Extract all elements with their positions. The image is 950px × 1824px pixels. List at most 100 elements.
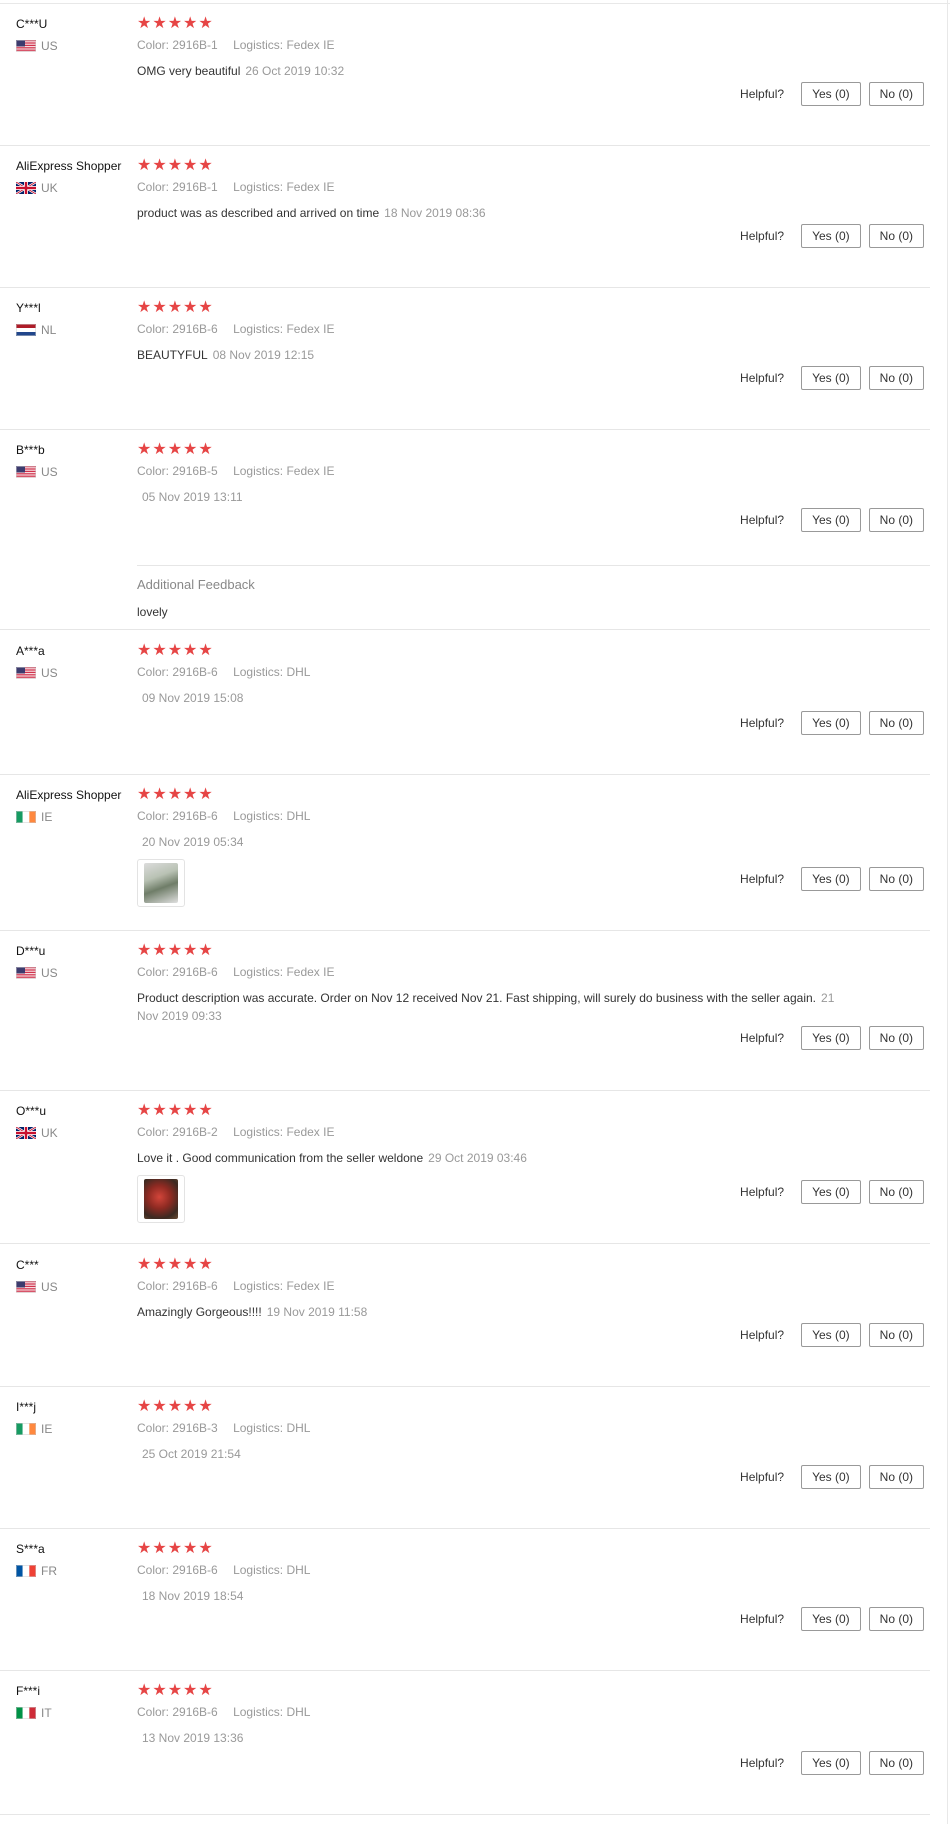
- reviewer-country: US: [16, 465, 136, 479]
- country-code: US: [41, 1280, 58, 1294]
- reviewer-country: NL: [16, 323, 136, 337]
- helpful-votes: Helpful? Yes (0) No (0): [740, 867, 924, 891]
- country-code: US: [41, 966, 58, 980]
- logistics-value: Fedex IE: [286, 1125, 335, 1139]
- flower-photo: [144, 1179, 178, 1219]
- review-content: ★★★★★ Color: 2916B-6 Logistics: Fedex IE…: [137, 1256, 837, 1321]
- helpful-yes-button[interactable]: Yes (0): [801, 82, 861, 106]
- reviewer-name: S***a: [16, 1542, 45, 1556]
- reviewer-info: C***U US: [16, 16, 136, 53]
- logistics-label: Logistics:: [233, 180, 284, 194]
- logistics-label: Logistics:: [233, 965, 284, 979]
- helpful-label: Helpful?: [740, 1470, 785, 1484]
- color-value: 2916B-1: [172, 180, 218, 194]
- helpful-label: Helpful?: [740, 1756, 785, 1770]
- helpful-no-button[interactable]: No (0): [868, 82, 924, 106]
- reviewer-info: AliExpress Shopper UK: [15, 158, 136, 196]
- helpful-yes-button[interactable]: Yes (0): [801, 1323, 861, 1347]
- review-text: BEAUTYFUL: [137, 348, 208, 362]
- color-label: Color:: [137, 180, 170, 194]
- helpful-no-button[interactable]: No (0): [868, 1026, 924, 1050]
- logistics-label: Logistics:: [233, 1421, 284, 1435]
- review-date: 13 Nov 2019 13:36: [142, 1731, 244, 1745]
- review-text-block: 20 Nov 2019 05:34: [137, 833, 837, 851]
- helpful-no-button[interactable]: No (0): [868, 1465, 924, 1489]
- helpful-yes-button[interactable]: Yes (0): [801, 1465, 861, 1489]
- country-code: NL: [41, 323, 57, 337]
- logistics-label: Logistics:: [233, 322, 284, 336]
- review-item: C***U US ★★★★★ Color: 2916B-1 Logistics:…: [0, 4, 930, 146]
- review-date: 18 Nov 2019 08:36: [384, 206, 486, 220]
- review-meta: Color: 2916B-6 Logistics: Fedex IE: [137, 322, 837, 336]
- review-meta: Color: 2916B-6 Logistics: Fedex IE: [137, 1279, 837, 1293]
- review-meta: Color: 2916B-6 Logistics: DHL: [137, 809, 837, 823]
- helpful-yes-button[interactable]: Yes (0): [801, 1026, 861, 1050]
- review-text-block: 13 Nov 2019 13:36: [137, 1729, 837, 1747]
- right-divider: [947, 0, 948, 1824]
- review-date: 18 Nov 2019 18:54: [142, 1589, 244, 1603]
- helpful-yes-button[interactable]: Yes (0): [801, 1751, 861, 1775]
- review-text-block: OMG very beautiful 26 Oct 2019 10:32: [137, 62, 837, 80]
- star-rating: ★★★★★: [137, 1102, 214, 1119]
- color-label: Color:: [137, 965, 170, 979]
- review-photo-thumbnail[interactable]: [137, 859, 185, 907]
- ie-flag-icon: [16, 1423, 36, 1435]
- helpful-yes-button[interactable]: Yes (0): [801, 508, 861, 532]
- reviewer-name: AliExpress Shopper: [16, 159, 122, 173]
- helpful-yes-button[interactable]: Yes (0): [801, 867, 861, 891]
- country-code: FR: [41, 1564, 57, 1578]
- color-value: 2916B-3: [172, 1421, 218, 1435]
- logistics-label: Logistics:: [233, 38, 284, 52]
- logistics-value: Fedex IE: [286, 38, 335, 52]
- logistics-label: Logistics:: [233, 1705, 284, 1719]
- helpful-label: Helpful?: [740, 371, 785, 385]
- color-value: 2916B-1: [172, 38, 218, 52]
- color-value: 2916B-6: [172, 965, 218, 979]
- reviewer-country: US: [16, 1280, 136, 1294]
- review-meta: Color: 2916B-5 Logistics: Fedex IE: [137, 464, 837, 478]
- helpful-yes-button[interactable]: Yes (0): [801, 224, 861, 248]
- review-content: ★★★★★ Color: 2916B-6 Logistics: DHL 18 N…: [137, 1540, 837, 1605]
- reviewer-country: US: [16, 666, 136, 680]
- reviews-page: C***U US ★★★★★ Color: 2916B-1 Logistics:…: [0, 0, 950, 1824]
- review-meta: Color: 2916B-6 Logistics: DHL: [137, 1563, 837, 1577]
- color-label: Color:: [137, 1279, 170, 1293]
- review-meta: Color: 2916B-6 Logistics: DHL: [137, 665, 837, 679]
- helpful-yes-button[interactable]: Yes (0): [801, 711, 861, 735]
- helpful-votes: Helpful? Yes (0) No (0): [740, 82, 924, 106]
- helpful-yes-button[interactable]: Yes (0): [801, 366, 861, 390]
- helpful-votes: Helpful? Yes (0) No (0): [740, 711, 924, 735]
- helpful-no-button[interactable]: No (0): [868, 1323, 924, 1347]
- review-content: ★★★★★ Color: 2916B-6 Logistics: Fedex IE…: [137, 299, 837, 364]
- us-flag-icon: [16, 1281, 36, 1293]
- review-photo-thumbnail[interactable]: [137, 1175, 185, 1223]
- helpful-no-button[interactable]: No (0): [868, 711, 924, 735]
- reviewer-name: A***a: [16, 644, 45, 658]
- helpful-yes-button[interactable]: Yes (0): [801, 1180, 861, 1204]
- helpful-yes-button[interactable]: Yes (0): [801, 1607, 861, 1631]
- review-date: 05 Nov 2019 13:11: [142, 490, 243, 504]
- logistics-value: Fedex IE: [286, 1279, 335, 1293]
- helpful-no-button[interactable]: No (0): [868, 867, 924, 891]
- helpful-label: Helpful?: [740, 229, 785, 243]
- review-date: 08 Nov 2019 12:15: [212, 348, 315, 362]
- review-date: 25 Oct 2019 21:54: [142, 1447, 241, 1461]
- star-rating: ★★★★★: [137, 1540, 214, 1557]
- reviewer-info: B***b US: [16, 442, 136, 479]
- country-code: IE: [41, 1422, 53, 1436]
- nl-flag-icon: [16, 324, 36, 336]
- reviewer-info: F***i IT: [16, 1683, 136, 1720]
- helpful-no-button[interactable]: No (0): [868, 224, 924, 248]
- us-flag-icon: [16, 466, 36, 478]
- helpful-no-button[interactable]: No (0): [868, 366, 924, 390]
- reviewer-name: I***j: [16, 1400, 37, 1414]
- helpful-no-button[interactable]: No (0): [868, 1751, 924, 1775]
- country-code: US: [41, 39, 58, 53]
- review-date: 20 Nov 2019 05:34: [142, 835, 244, 849]
- review-text: Product description was accurate. Order …: [137, 991, 817, 1005]
- review-content: ★★★★★ Color: 2916B-3 Logistics: DHL 25 O…: [137, 1398, 837, 1463]
- helpful-no-button[interactable]: No (0): [868, 1607, 924, 1631]
- helpful-no-button[interactable]: No (0): [868, 1180, 924, 1204]
- helpful-no-button[interactable]: No (0): [868, 508, 924, 532]
- review-text: Love it . Good communication from the se…: [137, 1151, 424, 1165]
